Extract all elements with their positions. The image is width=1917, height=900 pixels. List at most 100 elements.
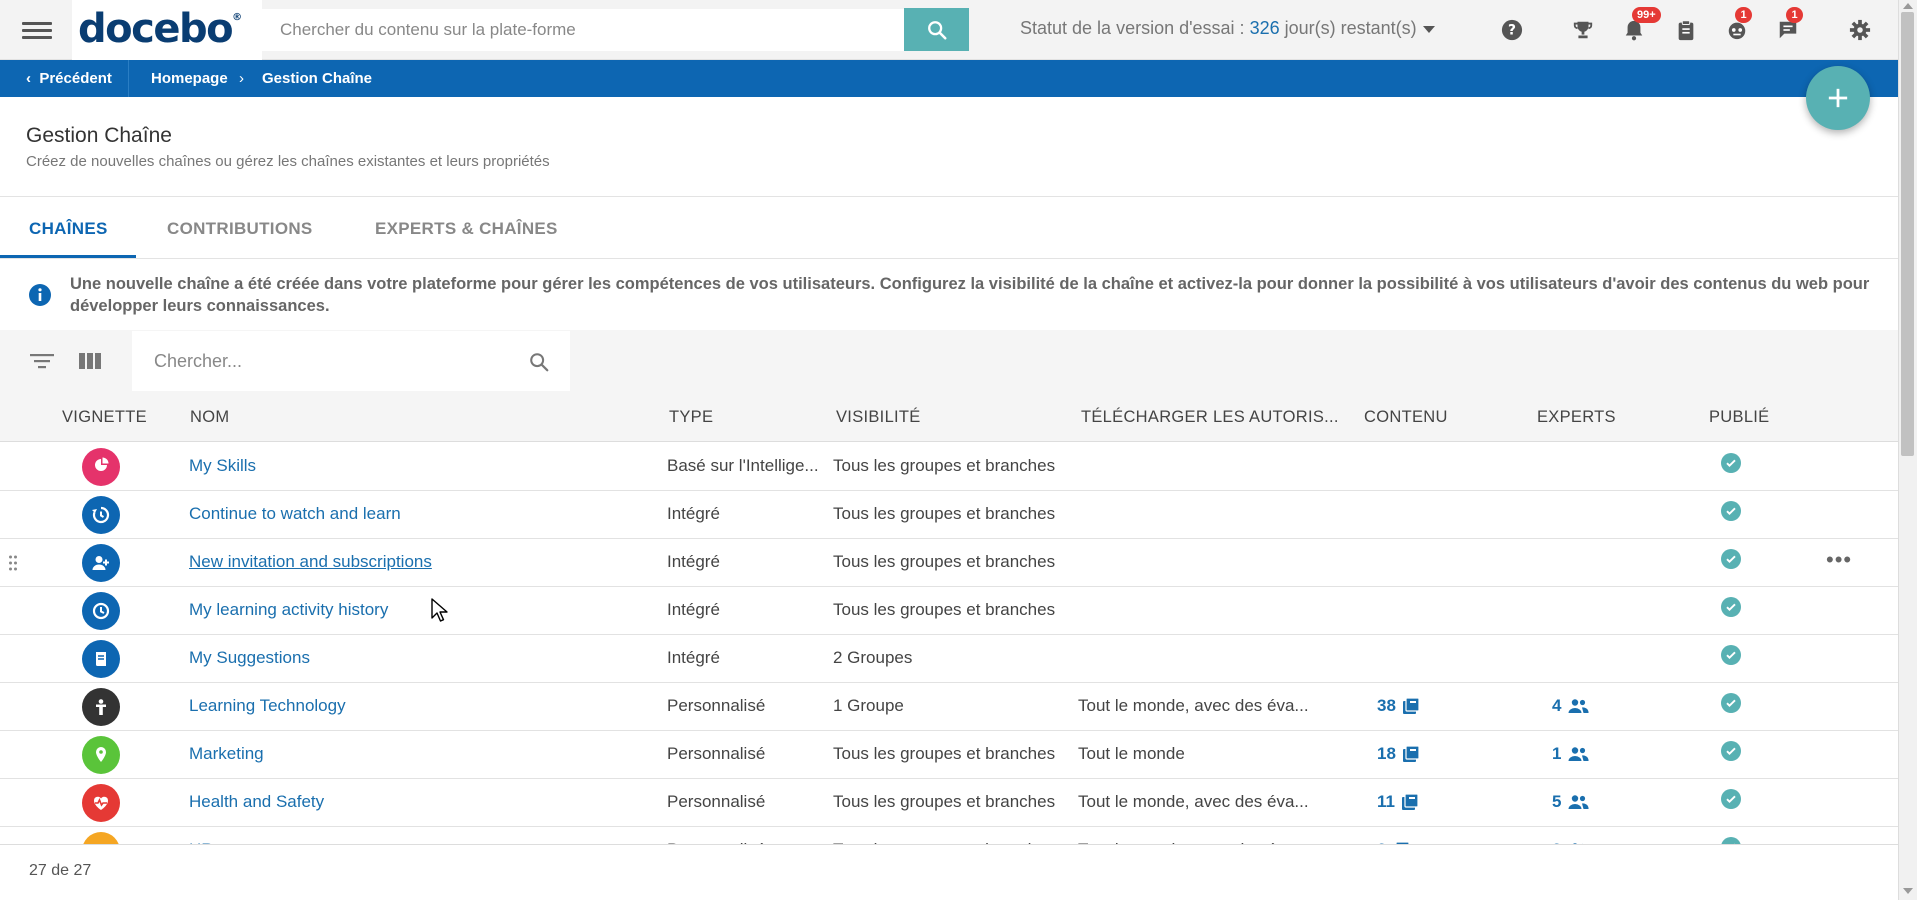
table-search-button[interactable] [525, 348, 553, 376]
trophy-icon [1573, 21, 1593, 39]
channel-type: Intégré [667, 600, 720, 619]
chatbot-button[interactable]: 1 [1723, 7, 1752, 44]
published-check-icon[interactable] [1721, 453, 1741, 473]
back-link[interactable]: ‹ Précédent [26, 70, 112, 87]
channel-name-link[interactable]: Marketing [189, 744, 264, 764]
divider [0, 258, 1898, 259]
published-check-icon[interactable] [1721, 549, 1741, 569]
channel-visibility: 1 Groupe [833, 696, 904, 715]
experts-count[interactable]: 1 [1552, 744, 1590, 764]
table-search-input[interactable] [132, 331, 570, 391]
scrollbar-thumb[interactable] [1901, 12, 1914, 456]
notifications-button[interactable]: 99+ [1620, 7, 1661, 44]
filter-icon [30, 354, 54, 369]
scroll-down-icon[interactable] [1903, 888, 1913, 894]
column-header-vignette[interactable]: VIGNETTE [62, 408, 147, 427]
column-header-telecharger[interactable]: TÉLÉCHARGER LES AUTORIS... [1081, 408, 1339, 427]
channel-type: Personnalisé [667, 696, 766, 715]
more-options-icon[interactable]: ••• [1826, 547, 1852, 573]
column-header-contenu[interactable]: CONTENU [1364, 408, 1448, 427]
messages-count-badge: 1 [1786, 7, 1803, 23]
clock-icon [92, 602, 110, 620]
chatbot-count-badge: 1 [1735, 7, 1752, 23]
skills-icon [95, 457, 109, 471]
channel-thumbnail [82, 448, 120, 486]
channel-visibility: Tous les groupes et branches [833, 456, 1056, 475]
channel-type: Intégré [667, 552, 720, 571]
experts-count[interactable]: 4 [1552, 696, 1590, 716]
tab-contributions[interactable]: CONTRIBUTIONS [167, 219, 313, 239]
people-icon [1568, 747, 1590, 761]
tab-experts-chaines[interactable]: EXPERTS & CHAÎNES [375, 219, 558, 239]
published-check-icon[interactable] [1721, 645, 1741, 665]
help-button[interactable]: ? [1498, 16, 1526, 44]
channel-name-link[interactable]: My learning activity history [189, 600, 388, 620]
channel-visibility: Tous les groupes et branches [833, 744, 1056, 763]
search-icon [530, 353, 549, 372]
channel-name-link[interactable]: My Skills [189, 456, 256, 476]
tab-chaines[interactable]: CHAÎNES [29, 219, 108, 239]
experts-count[interactable]: 5 [1552, 792, 1590, 812]
channel-type: Intégré [667, 504, 720, 523]
channel-thumbnail [82, 688, 120, 726]
channel-thumbnail [82, 784, 120, 822]
trophy-button[interactable] [1569, 16, 1597, 44]
column-header-visibilite[interactable]: VISIBILITÉ [836, 408, 921, 427]
content-count-value: 38 [1377, 696, 1396, 715]
scroll-up-icon[interactable] [1903, 3, 1913, 9]
content-count[interactable]: 18 [1377, 744, 1420, 764]
published-check-icon[interactable] [1721, 693, 1741, 713]
add-channel-button[interactable] [1806, 66, 1870, 130]
settings-button[interactable] [1846, 16, 1874, 44]
logo[interactable]: docebo® [78, 6, 242, 52]
channel-thumbnail [82, 640, 120, 678]
breadcrumb-home[interactable]: Homepage [151, 70, 228, 87]
content-count[interactable]: 38 [1377, 696, 1420, 716]
page-subtitle: Créez de nouvelles chaînes ou gérez les … [26, 153, 550, 170]
published-check-icon[interactable] [1721, 597, 1741, 617]
channel-visibility: Tous les groupes et branches [833, 792, 1056, 811]
channel-name-link[interactable]: Continue to watch and learn [189, 504, 401, 524]
columns-icon [79, 353, 101, 369]
column-header-experts[interactable]: EXPERTS [1537, 408, 1616, 427]
content-count-value: 11 [1377, 792, 1395, 811]
search-icon [927, 20, 947, 40]
experts-count-value: 4 [1552, 696, 1562, 715]
location-pin-icon [96, 747, 106, 762]
channel-name-link[interactable]: New invitation and subscriptions [189, 552, 432, 572]
people-icon [1568, 699, 1590, 713]
channel-name-link[interactable]: My Suggestions [189, 648, 310, 668]
messages-button[interactable]: 1 [1774, 7, 1803, 44]
trial-suffix: jour(s) restant(s) [1284, 18, 1417, 38]
history-icon [92, 506, 110, 524]
people-icon [1568, 795, 1590, 809]
channel-upload-permissions: Tout le monde, avec des éva... [1078, 696, 1309, 715]
heart-pulse-icon [94, 796, 108, 810]
content-count[interactable]: 11 [1377, 792, 1419, 812]
column-header-nom[interactable]: NOM [190, 408, 229, 427]
published-check-icon[interactable] [1721, 741, 1741, 761]
menu-icon[interactable] [22, 18, 52, 42]
clipboard-icon [1678, 20, 1694, 41]
published-check-icon[interactable] [1721, 501, 1741, 521]
search-button[interactable] [904, 8, 969, 51]
channel-name-link[interactable]: Health and Safety [189, 792, 324, 812]
trial-status-dropdown[interactable]: Statut de la version d'essai : 326 jour(… [1020, 18, 1435, 39]
drag-handle-icon[interactable] [8, 554, 18, 572]
filter-button[interactable] [28, 347, 56, 375]
content-count-value: 18 [1377, 744, 1396, 763]
global-search-input[interactable] [262, 9, 905, 51]
assignments-button[interactable] [1672, 16, 1700, 44]
channel-upload-permissions: Tout le monde [1078, 744, 1185, 763]
mouse-cursor-icon [431, 598, 448, 622]
column-header-type[interactable]: TYPE [669, 408, 713, 427]
help-icon: ? [1501, 19, 1523, 41]
column-header-publie[interactable]: PUBLIÉ [1709, 408, 1770, 427]
library-icon [1402, 745, 1420, 762]
breadcrumb-current: Gestion Chaîne [262, 70, 373, 87]
channel-thumbnail [82, 496, 120, 534]
channel-name-link[interactable]: Learning Technology [189, 696, 346, 716]
columns-button[interactable] [76, 347, 104, 375]
page-title: Gestion Chaîne [26, 124, 172, 147]
published-check-icon[interactable] [1721, 789, 1741, 809]
